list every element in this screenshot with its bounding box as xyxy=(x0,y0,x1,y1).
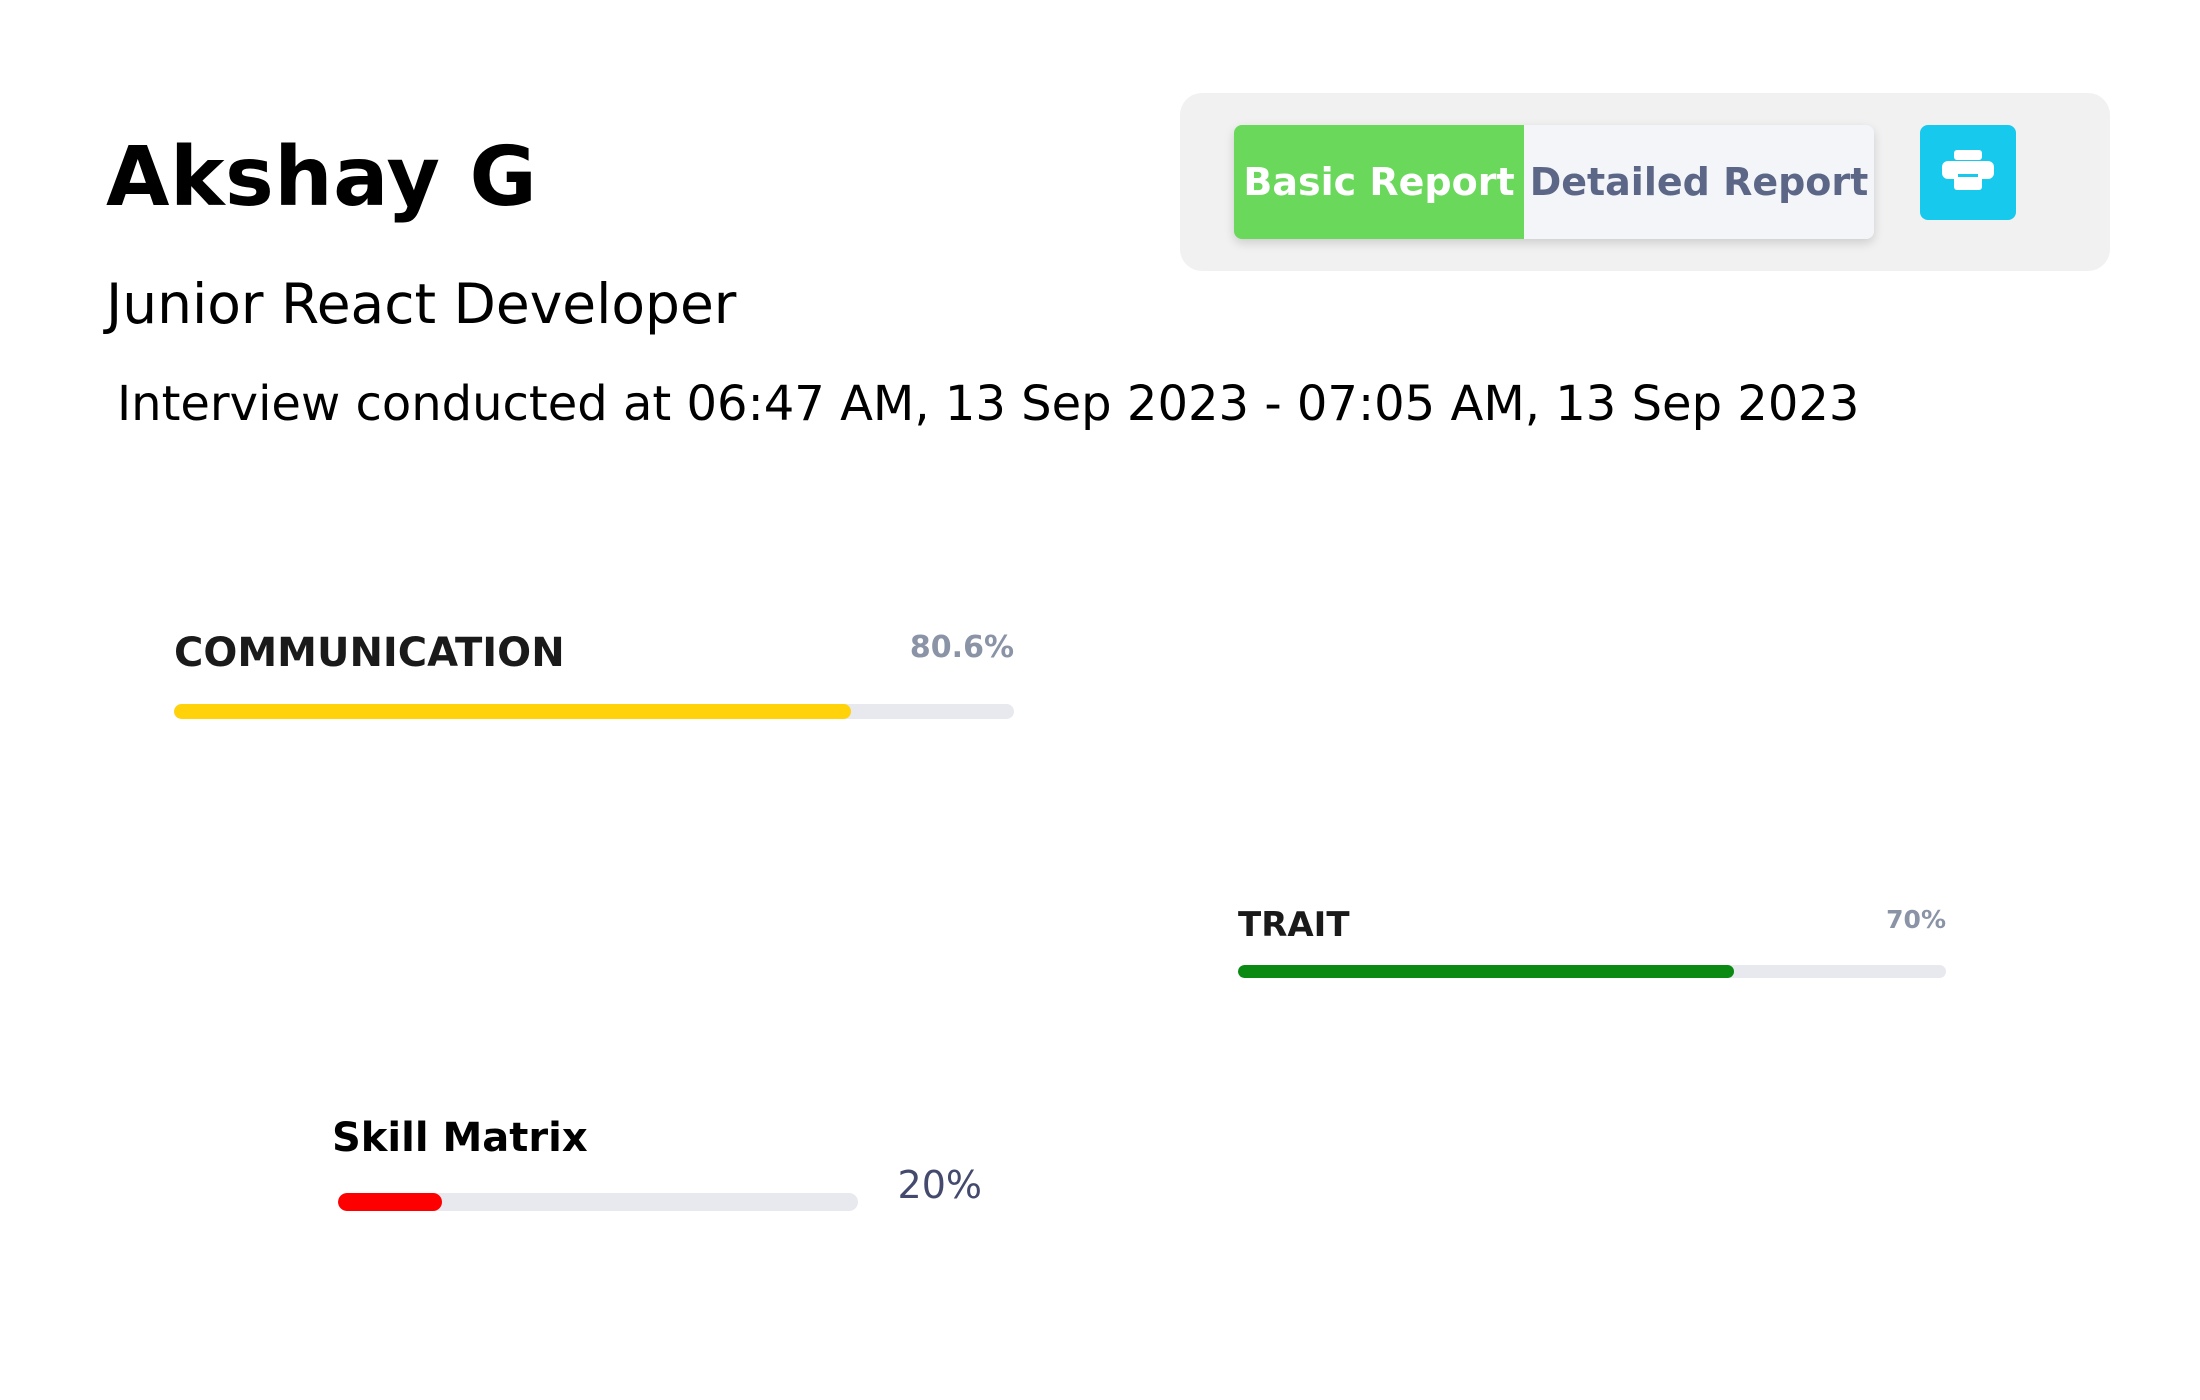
basic-report-button[interactable]: Basic Report xyxy=(1234,125,1524,239)
metric-label: COMMUNICATION xyxy=(174,630,565,676)
report-type-toggle: Basic Report Detailed Report xyxy=(1234,125,1874,239)
progress-fill xyxy=(1238,965,1734,978)
progress-track xyxy=(1238,965,1946,978)
metric-trait: TRAIT 70% xyxy=(1238,905,1946,980)
print-button[interactable] xyxy=(1920,125,2016,220)
interview-time: Interview conducted at 06:47 AM, 13 Sep … xyxy=(117,376,1860,432)
candidate-name: Akshay G xyxy=(106,130,538,225)
report-toolbar: Basic Report Detailed Report xyxy=(1180,93,2110,271)
metric-percent: 80.6% xyxy=(909,630,1014,665)
candidate-role: Junior React Developer xyxy=(106,272,737,336)
detailed-report-button[interactable]: Detailed Report xyxy=(1524,125,1874,239)
metric-skill-matrix: Skill Matrix 20% xyxy=(332,1115,982,1215)
progress-track xyxy=(338,1193,858,1211)
progress-fill xyxy=(174,704,852,719)
print-icon xyxy=(1942,150,1994,195)
metric-percent: 70% xyxy=(1886,905,1946,934)
metric-percent: 20% xyxy=(897,1163,982,1207)
metric-communication: COMMUNICATION 80.6% xyxy=(174,630,1014,720)
metric-label: Skill Matrix xyxy=(332,1115,588,1161)
progress-fill xyxy=(338,1193,442,1211)
metric-label: TRAIT xyxy=(1238,905,1350,945)
progress-track xyxy=(174,704,1014,719)
